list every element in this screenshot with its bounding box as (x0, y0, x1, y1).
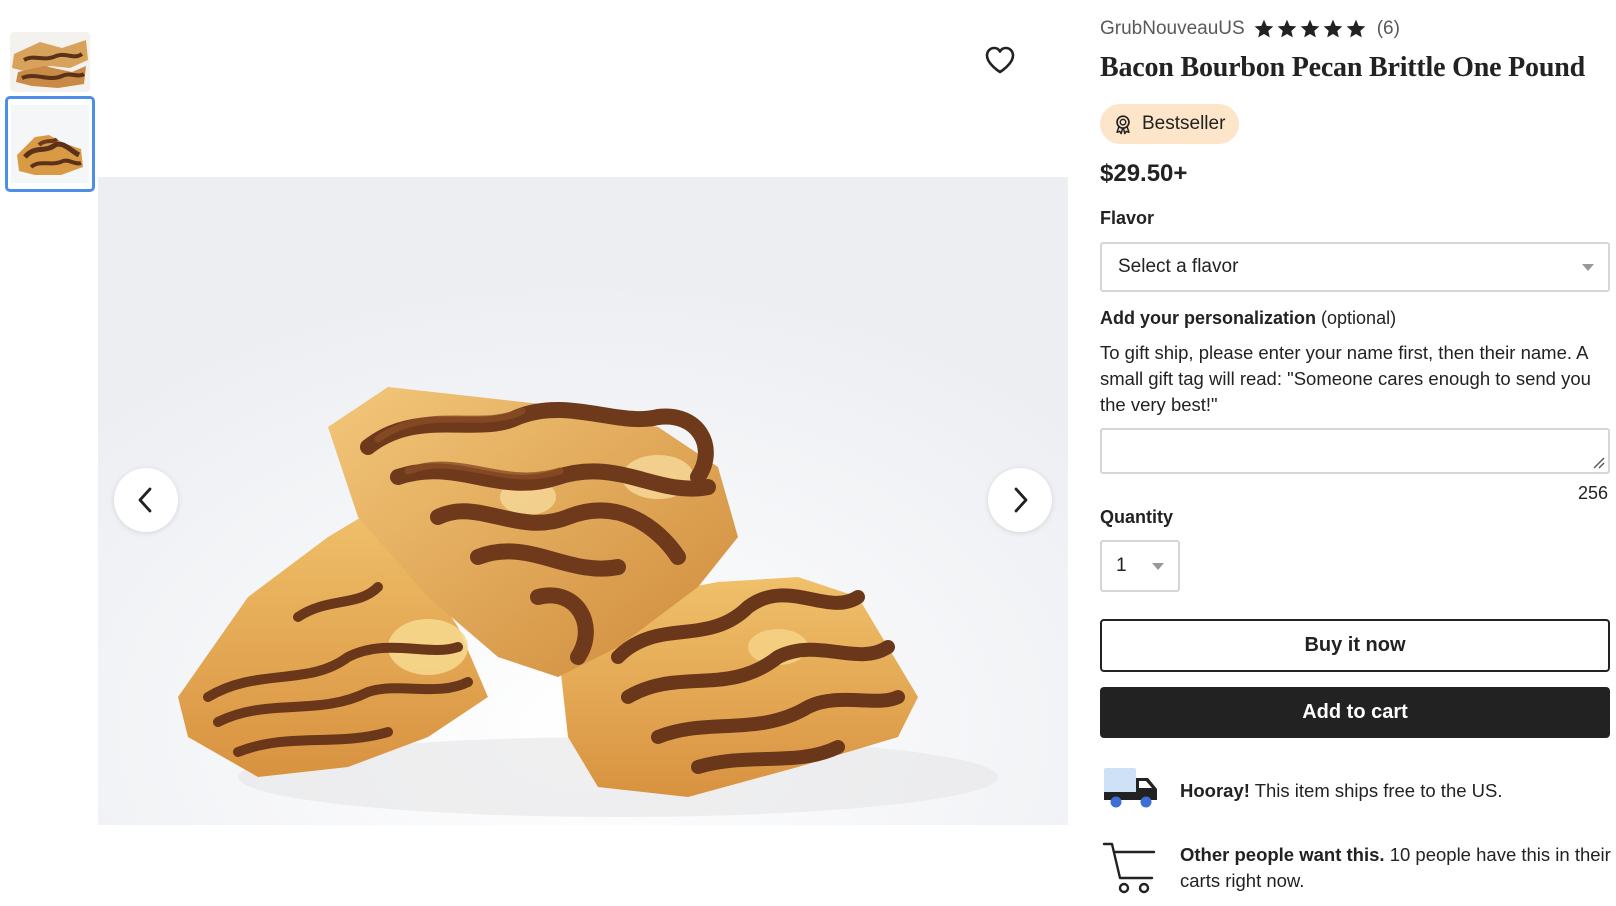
quantity-select[interactable]: 1 (1100, 540, 1180, 592)
personalization-instructions: To gift ship, please enter your name fir… (1100, 342, 1591, 415)
flavor-label: Flavor (1100, 208, 1155, 228)
flavor-select-value: Select a flavor (1118, 256, 1239, 277)
chevron-right-icon (1014, 487, 1028, 513)
star-icon (1277, 19, 1297, 38)
personalization-optional: (optional) (1316, 308, 1397, 328)
star-icon (1346, 19, 1366, 38)
price: $29.50+ (1100, 160, 1188, 187)
add-to-cart-button[interactable]: Add to cart (1100, 687, 1610, 738)
brittle-thumbnail-1 (10, 32, 90, 92)
personalization-label-text: Add your personalization (1100, 308, 1317, 328)
listing-title: Bacon Bourbon Pecan Brittle One Pound (1100, 52, 1585, 83)
heart-outline-icon (985, 46, 1015, 74)
image-gallery (98, 0, 1068, 906)
personalization-label: Add your personalization (optional) (1100, 308, 1396, 329)
star-rating[interactable] (1253, 18, 1367, 40)
flavor-select[interactable]: Select a flavor (1100, 242, 1610, 292)
shop-rating-row: GrubNouveauUS (6) (1100, 14, 1400, 44)
star-icon (1254, 19, 1274, 38)
thumbnail-image[interactable] (10, 32, 90, 92)
shop-name-link[interactable]: GrubNouveauUS (1100, 18, 1245, 40)
favorite-button[interactable] (976, 36, 1024, 84)
demand-text: Other people want this. 10 people have t… (1180, 838, 1612, 894)
shopping-cart-icon (1102, 842, 1156, 894)
quantity-select-value: 1 (1116, 555, 1127, 576)
free-shipping-notice: Hooray! This item ships free to the US. (1100, 762, 1612, 817)
character-count: 256 (1577, 483, 1608, 503)
star-icon (1323, 19, 1343, 38)
star-icon (1300, 19, 1320, 38)
chevron-down-icon (1152, 562, 1164, 570)
shipping-text: Hooray! This item ships free to the US. (1180, 762, 1503, 804)
listing-photo (98, 177, 1068, 825)
previous-image-button[interactable] (114, 468, 178, 532)
brittle-photo-image (98, 177, 1068, 825)
badge-label: Bestseller (1142, 113, 1226, 134)
quantity-label: Quantity (1100, 507, 1174, 527)
thumbnail-image-selected[interactable] (5, 96, 95, 192)
demand-bold-text: Other people want this. (1180, 844, 1385, 865)
review-count[interactable]: (6) (1377, 18, 1400, 40)
chevron-down-icon (1582, 263, 1594, 271)
brittle-thumbnail-2 (11, 105, 89, 183)
demand-notice: Other people want this. 10 people have t… (1100, 838, 1612, 903)
chevron-left-icon (138, 487, 152, 513)
personalization-textarea[interactable] (1100, 428, 1610, 474)
shipping-icon-wrap (1100, 762, 1180, 817)
resize-handle-icon[interactable] (1591, 455, 1605, 469)
buy-it-now-button[interactable]: Buy it now (1100, 619, 1610, 672)
delivery-truck-icon (1104, 768, 1157, 808)
bestseller-badge: Bestseller (1100, 104, 1240, 144)
cart-icon-wrap (1100, 838, 1180, 903)
award-ribbon-icon (1116, 115, 1130, 135)
shipping-detail-text: This item ships free to the US. (1249, 780, 1503, 801)
shipping-bold-text: Hooray! (1180, 780, 1250, 801)
next-image-button[interactable] (988, 468, 1052, 532)
